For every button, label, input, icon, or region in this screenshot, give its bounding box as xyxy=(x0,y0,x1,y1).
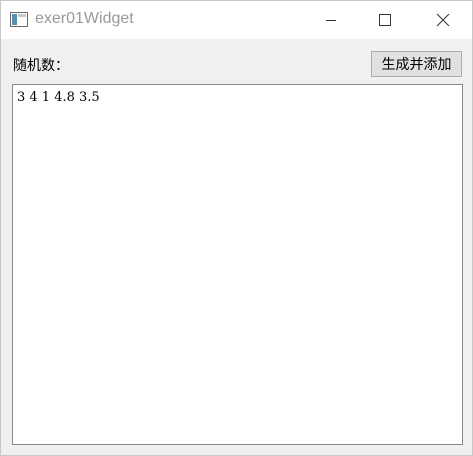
window-app-icon xyxy=(10,12,28,27)
minimize-icon xyxy=(326,20,336,21)
maximize-button[interactable] xyxy=(362,1,408,39)
maximize-icon xyxy=(379,14,391,26)
close-button[interactable] xyxy=(420,1,466,39)
random-number-label: 随机数： xyxy=(13,58,69,74)
window-title: exer01Widget xyxy=(35,10,134,27)
generate-and-add-button[interactable]: 生成并添加 xyxy=(371,51,462,77)
main-window: exer01Widget 随机数： 生成并添加 3 4 1 4.8 3.5 xyxy=(0,0,473,456)
minimize-button[interactable] xyxy=(308,1,354,39)
close-icon xyxy=(436,13,450,27)
title-bar[interactable]: exer01Widget xyxy=(1,1,472,39)
output-text-area[interactable]: 3 4 1 4.8 3.5 xyxy=(12,84,463,445)
